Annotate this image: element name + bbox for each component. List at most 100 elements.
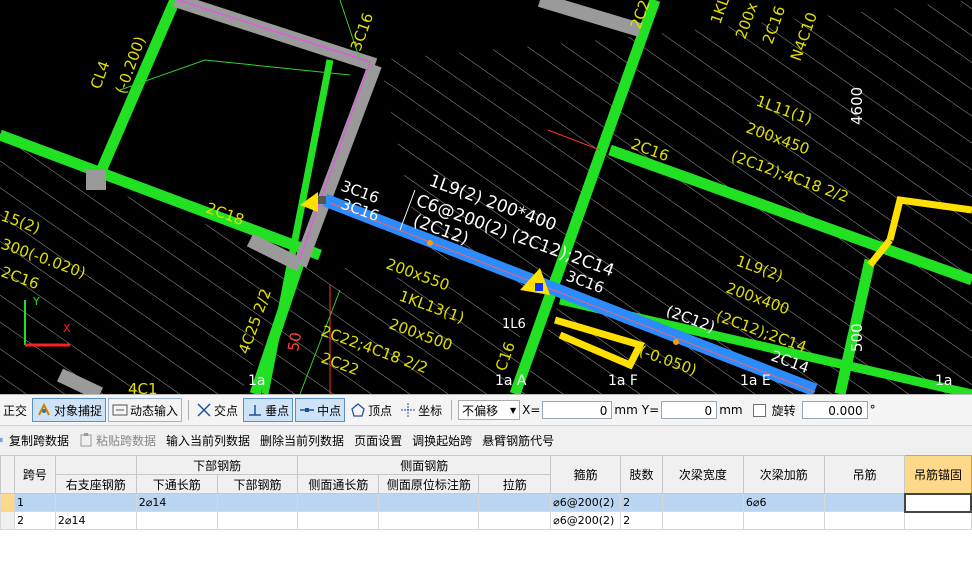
cell-bottom-through[interactable]: 2⌀14 [135, 493, 218, 512]
cell-span[interactable]: 2 [13, 511, 56, 530]
table-row[interactable]: 2 2⌀14 ⌀6@200(2) 2 [0, 511, 972, 530]
cell-tie[interactable] [478, 493, 552, 512]
table-row[interactable]: 1 2⌀14 ⌀6@200(2) 2 6⌀6 [0, 492, 972, 513]
col-span-no[interactable]: 跨号 [13, 455, 56, 494]
dynamic-input-label: 动态输入 [130, 403, 179, 418]
cell-hanger[interactable] [823, 511, 906, 530]
cad-drawing-canvas[interactable]: Y X 3C16 1KL 200x 2C16 N4C10 2C2 CL4 (-0… [0, 0, 972, 394]
col-tie[interactable]: 拉筋 [478, 474, 552, 494]
table-action-bar: 复制跨数据 粘贴跨数据 输入当前列数据 删除当前列数据 页面设置 调换起始跨 悬… [0, 426, 972, 454]
cell-side-orig[interactable] [378, 511, 480, 530]
dynamic-input-toggle[interactable]: 动态输入 [108, 398, 183, 422]
copy-span-label: 复制跨数据 [9, 433, 70, 448]
col-side-through[interactable]: 侧面通长筋 [297, 474, 380, 494]
toolbar-separator [188, 400, 190, 420]
cad-label: CL4 [87, 59, 114, 92]
col-hanger-anchor[interactable]: 吊筋锚固 [904, 455, 972, 494]
cell-secondary-width[interactable] [662, 493, 744, 512]
rotate-checkbox[interactable] [752, 403, 766, 417]
cantilever-code-button[interactable]: 悬臂钢筋代号 [482, 432, 554, 449]
col-bottom-bar[interactable]: 下部钢筋 [216, 474, 299, 494]
cell-stirrup[interactable]: ⌀6@200(2) [550, 493, 622, 512]
offset-mode-select[interactable]: 不偏移 ▼ [458, 400, 521, 420]
paste-span-label: 粘贴跨数据 [96, 433, 157, 448]
cad-label: 1KL [707, 0, 734, 26]
input-column-button[interactable]: 输入当前列数据 [166, 432, 250, 449]
midpoint-icon [300, 408, 315, 412]
cad-label: 500 [848, 323, 866, 352]
midpoint-snap[interactable]: 中点 [295, 398, 346, 422]
col-side-orig[interactable]: 侧面原位标注筋 [378, 474, 480, 494]
axis-x-label: X [63, 322, 71, 335]
object-snap-toggle[interactable]: 对象捕捉 [32, 398, 107, 422]
beam-rebar-table[interactable]: 跨号 下部钢筋 侧面钢筋 箍筋 肢数 次梁宽度 次梁加筋 吊筋 吊筋锚固 右支座… [0, 455, 972, 577]
grip-point[interactable] [318, 196, 326, 204]
perpendicular-icon [249, 405, 262, 416]
delete-column-button[interactable]: 删除当前列数据 [260, 432, 344, 449]
cad-label: 1a [248, 373, 266, 389]
grip-point[interactable] [535, 283, 543, 291]
x-unit: mm [614, 403, 638, 417]
adjust-start-button[interactable]: 调换起始跨 [412, 432, 472, 449]
col-legs[interactable]: 肢数 [620, 455, 663, 494]
row-header[interactable] [0, 511, 15, 530]
cad-label: 1a A [495, 373, 527, 389]
intersection-icon [197, 403, 211, 417]
magnet-snap-icon [38, 402, 50, 416]
cell-right-support[interactable] [54, 493, 137, 512]
y-input[interactable]: 0 [661, 401, 718, 419]
cell-legs[interactable]: 2 [620, 511, 663, 530]
cell-stirrup[interactable]: ⌀6@200(2) [550, 511, 622, 530]
row-header[interactable] [0, 493, 15, 512]
coordinate-snap[interactable]: 坐标 [397, 399, 445, 421]
adjust-start-label: 调换起始跨 [412, 433, 473, 448]
cell-secondary-add[interactable] [742, 511, 825, 530]
col-secondary-add[interactable]: 次梁加筋 [742, 455, 825, 494]
midpoint-label: 中点 [317, 403, 342, 418]
cell-tie[interactable] [478, 511, 552, 530]
rotate-input[interactable]: 0.000 [801, 401, 868, 419]
cell-side-through[interactable] [297, 493, 380, 512]
cad-label: 3C16 [347, 10, 377, 53]
grip-point[interactable] [673, 339, 679, 345]
cell-bottom-bar[interactable] [216, 493, 299, 512]
col-hanger[interactable]: 吊筋 [823, 455, 906, 494]
cantilever-code-label: 悬臂钢筋代号 [482, 433, 555, 448]
input-column-label: 输入当前列数据 [166, 433, 251, 448]
vertex-label: 顶点 [368, 403, 393, 418]
perpendicular-snap[interactable]: 垂点 [243, 398, 294, 422]
ortho-toggle[interactable]: 正交 [0, 399, 30, 421]
cell-hanger-anchor[interactable] [904, 511, 972, 530]
snap-toolbar: 正交 对象捕捉 动态输入 交点 垂点 中点 顶点 坐标 不偏移 ▼ X= 0 m… [0, 394, 972, 426]
vertex-snap[interactable]: 顶点 [347, 399, 395, 421]
col-stirrup[interactable]: 箍筋 [550, 455, 622, 494]
col-bottom-through[interactable]: 下通长筋 [135, 474, 218, 494]
cell-right-support[interactable]: 2⌀14 [54, 511, 137, 530]
rotate-label: 旋转 [771, 403, 796, 418]
col-secondary-width[interactable]: 次梁宽度 [662, 455, 744, 494]
cell-side-orig[interactable] [378, 493, 480, 512]
rotate-unit: ° [869, 403, 876, 417]
cell-hanger-anchor[interactable] [903, 492, 972, 513]
cell-secondary-add[interactable]: 6⌀6 [742, 493, 825, 512]
col-group-side-rebar: 侧面钢筋 [297, 455, 552, 475]
cell-side-through[interactable] [297, 511, 380, 530]
col-right-support[interactable]: 右支座钢筋 [54, 474, 137, 494]
cad-drawing[interactable]: Y X 3C16 1KL 200x 2C16 N4C10 2C2 CL4 (-0… [0, 0, 972, 394]
page-setup-button[interactable]: 页面设置 [354, 432, 402, 449]
grip-point[interactable] [427, 240, 433, 246]
col-group-bottom-rebar: 下部钢筋 [135, 455, 299, 475]
cell-span[interactable]: 1 [13, 493, 56, 512]
cad-label: 1L6 [502, 317, 526, 332]
cell-bottom-bar[interactable] [216, 511, 299, 530]
x-input[interactable]: 0 [542, 401, 613, 419]
cell-hanger[interactable] [823, 493, 906, 512]
copy-span-button[interactable]: 复制跨数据 [0, 432, 69, 449]
cell-legs[interactable]: 2 [620, 493, 663, 512]
cell-bottom-through[interactable] [135, 511, 218, 530]
coordinate-icon [401, 403, 416, 417]
cell-secondary-width[interactable] [662, 511, 744, 530]
paste-span-button[interactable]: 粘贴跨数据 [79, 432, 156, 449]
rebar-table: 跨号 下部钢筋 侧面钢筋 箍筋 肢数 次梁宽度 次梁加筋 吊筋 吊筋锚固 右支座… [0, 455, 972, 530]
intersection-snap[interactable]: 交点 [193, 399, 241, 421]
